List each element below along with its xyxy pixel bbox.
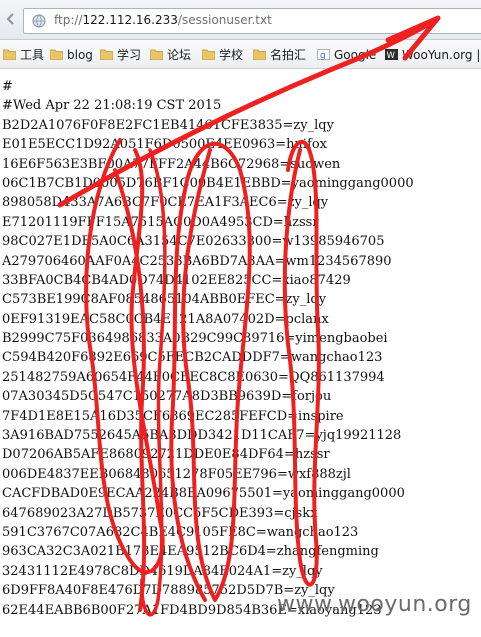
file-line: 06C1B7CB1D0005D76BF1C00B4E1EBBD=yaomingg…: [2, 175, 414, 191]
folder-icon: [100, 49, 113, 60]
url-host: 122.112.16.233: [82, 13, 178, 27]
bookmark-tools[interactable]: 工具: [3, 46, 44, 64]
bookmark-label: Google: [334, 48, 377, 62]
file-line: 006DE4837EEB068480651278F05EE796=wxf888z…: [2, 466, 351, 482]
bookmark-google[interactable]: g Google: [317, 46, 376, 64]
file-line: 3A916BAD7552645A5BA3DDD3421D11CAF7=yjq19…: [2, 428, 402, 444]
file-line: E71201119FFF15A7515AC0D0A4953CD=hzssr: [2, 214, 319, 230]
file-line: 963CA32C3A021B173E4EA9512BC6D4=zhangfeng…: [2, 544, 379, 560]
url-input[interactable]: ftp://122.112.16.233/sessionuser.txt: [23, 8, 481, 34]
wooyun-icon: W: [385, 49, 398, 60]
svg-text:W: W: [387, 51, 396, 60]
browser-address-bar: ftp://122.112.16.233/sessionuser.txt: [0, 0, 481, 40]
globe-icon: [32, 14, 46, 28]
bookmark-study[interactable]: 学习: [100, 46, 141, 64]
bookmark-label: 学校: [219, 48, 244, 62]
back-arrow-icon[interactable]: [4, 12, 18, 26]
file-line: 251482759A60654F44F0CBEC8C8E0630=QQ86113…: [2, 369, 385, 385]
file-line: 16E6F563E3BF00A77FFF2A44B6C72968=suowen: [2, 156, 341, 172]
bookmark-blog[interactable]: blog: [50, 46, 93, 64]
folder-icon: [50, 49, 63, 60]
bookmark-label: 学习: [117, 48, 142, 62]
bookmark-school[interactable]: 学校: [202, 46, 243, 64]
google-icon: g: [317, 49, 330, 60]
svg-text:g: g: [320, 51, 326, 60]
file-line: #: [2, 79, 13, 94]
file-line: 98C027E1DE5A0C6A3154C7E02633800=w1398594…: [2, 234, 385, 250]
file-line: 0EF91319EAC58C0CB4E121A8A07402D=pclanx: [2, 311, 329, 327]
bookmark-wooyun[interactable]: W WooYun.org |: [385, 46, 480, 64]
file-line: 32431112E4978C8DD4619DA84E024A1=zy_lqy: [2, 563, 323, 579]
bookmark-label: WooYun.org |: [402, 48, 481, 62]
url-prefix: ftp://: [54, 13, 83, 27]
folder-icon: [253, 49, 266, 60]
file-line: B2D2A1076F0F8E2FC1EB41461CFE3835=zy_lqy: [2, 117, 334, 133]
bookmark-label: 名拍汇: [270, 48, 307, 62]
file-line: 647689023A27DB5737E0CC5F5CDE393=cjskx: [2, 505, 318, 521]
bookmark-forum[interactable]: 论坛: [150, 46, 191, 64]
file-line: 898058D433A7A6BC7F0CE7EA1F3AEC6=zy_lqy: [2, 195, 329, 211]
folder-icon: [202, 49, 215, 60]
bookmark-mingpaihui[interactable]: 名拍汇: [253, 46, 306, 64]
file-line: A279706460AAF0A4C2533BA6BD7A3AA=wm123456…: [2, 253, 392, 269]
file-line: 07A30345D5C547C150277A8D3BB9639D=forjou: [2, 389, 332, 405]
url-path: /sessionuser.txt: [177, 13, 272, 27]
file-line: B2999C75F0364986833A0B29C99C89716=yimeng…: [2, 331, 388, 347]
file-line: E01E5ECC1D92A051F6D0500E4EE0963=huifox: [2, 137, 327, 153]
file-line: 33BFA0CB4CB4AD0D74D4102EE825CC=xiao87429: [2, 272, 351, 288]
folder-icon: [150, 49, 163, 60]
url-text: ftp://122.112.16.233/sessionuser.txt: [54, 13, 272, 27]
file-line: 591C3767C07A682C4BE4C9105FE8C=wangchao12…: [2, 524, 359, 540]
bookmarks-bar: 工具 blog 学习 论坛 学校 名拍汇 g Google W WooYun.org…: [0, 40, 481, 69]
file-line: C594B420F6892E669C5FECB2CADDDF7=wangchao…: [2, 350, 383, 366]
folder-icon: [3, 49, 16, 60]
bookmark-label: 工具: [20, 48, 45, 62]
file-line: 7F4D1E8E15A16D35CF6869EC285FEFCD=inspire: [2, 408, 344, 424]
file-line: CACFDBAD0E9ECAA224B8EA09675501=yaomingga…: [2, 486, 405, 502]
bookmark-label: 论坛: [167, 48, 192, 62]
watermark: www.wooyun.org: [277, 592, 472, 617]
file-text: # #Wed Apr 22 21:08:19 CST 2015 B2D2A1076F…: [2, 77, 414, 620]
file-line: D07206AB5AFE868092721DDE0E84DF64=hzssr: [2, 447, 330, 463]
file-line: C573BE199C8AF0854865104ABB0EFEC=zy_lqy: [2, 292, 327, 308]
file-content-area: # #Wed Apr 22 21:08:19 CST 2015 B2D2A1076F…: [0, 69, 481, 637]
file-line: #Wed Apr 22 21:08:19 CST 2015: [2, 98, 222, 114]
bookmark-label: blog: [67, 48, 93, 62]
